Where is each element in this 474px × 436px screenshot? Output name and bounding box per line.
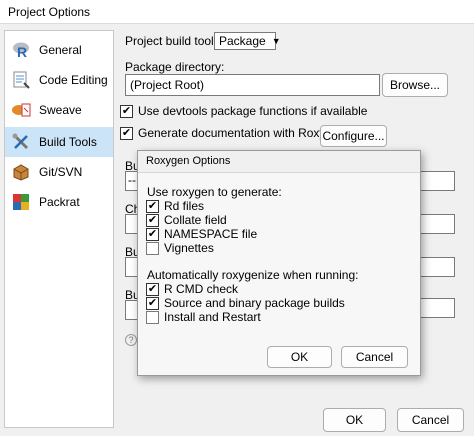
packrat-icon	[11, 192, 31, 212]
partial-field-right[interactable]	[420, 171, 455, 191]
sidebar-item-packrat[interactable]: Packrat	[5, 187, 113, 217]
auto-section-label: Automatically roxygenize when running:	[147, 268, 359, 282]
source-binary-builds-checkbox[interactable]: ✔	[146, 296, 159, 310]
rd-files-checkbox[interactable]: ✔	[146, 199, 159, 213]
help-icon[interactable]: ?	[125, 334, 137, 346]
vignettes-label: Vignettes	[164, 241, 214, 255]
vignettes-checkbox[interactable]	[146, 241, 159, 255]
namespace-file-checkbox[interactable]: ✔	[146, 227, 159, 241]
namespace-file-option[interactable]: ✔ NAMESPACE file	[146, 227, 257, 241]
sidebar-item-label: Build Tools	[39, 135, 97, 149]
roxygen-label: Generate documentation with Roxygen	[138, 126, 346, 140]
browse-button[interactable]: Browse...	[382, 73, 448, 97]
sidebar-item-label: Git/SVN	[39, 165, 83, 179]
package-directory-label: Package directory:	[125, 60, 225, 74]
r-cmd-check-checkbox[interactable]: ✔	[146, 282, 159, 296]
devtools-option[interactable]: ✔ Use devtools package functions if avai…	[120, 104, 367, 118]
build-tools-label: Project build tools:	[125, 34, 224, 48]
vignettes-option[interactable]: Vignettes	[146, 241, 214, 255]
ok-button[interactable]: OK	[323, 408, 386, 432]
code-editing-icon	[11, 70, 31, 90]
install-restart-checkbox[interactable]	[146, 310, 159, 324]
svg-text:R: R	[17, 44, 27, 59]
namespace-file-label: NAMESPACE file	[164, 227, 258, 241]
collate-field-label: Collate field	[164, 213, 227, 227]
window-title: Project Options	[8, 5, 91, 19]
sidebar: R General Code Editing Sweave Build Tool…	[4, 30, 114, 428]
collate-field-option[interactable]: ✔ Collate field	[146, 213, 227, 227]
dialog-cancel-button[interactable]: Cancel	[341, 346, 408, 368]
sidebar-item-build-tools[interactable]: Build Tools	[5, 127, 113, 157]
partial-field-right[interactable]	[420, 298, 455, 318]
source-binary-builds-option[interactable]: ✔ Source and binary package builds	[146, 296, 345, 310]
r-cmd-check-label: R CMD check	[164, 282, 239, 296]
roxygen-options-dialog: Roxygen Options Use roxygen to generate:…	[137, 150, 421, 376]
partial-field-right[interactable]	[420, 257, 455, 277]
rd-files-option[interactable]: ✔ Rd files	[146, 199, 204, 213]
configure-button[interactable]: Configure...	[320, 125, 387, 147]
rd-files-label: Rd files	[164, 199, 205, 213]
sidebar-item-label: Code Editing	[39, 73, 108, 87]
sweave-icon	[11, 100, 31, 120]
r-cmd-check-option[interactable]: ✔ R CMD check	[146, 282, 238, 296]
sidebar-item-general[interactable]: R General	[5, 35, 113, 65]
install-restart-label: Install and Restart	[164, 310, 261, 324]
dropdown-arrow-icon: ▼	[271, 36, 281, 46]
r-logo-icon: R	[11, 40, 31, 60]
dialog-title: Roxygen Options	[146, 155, 231, 167]
build-tools-icon	[11, 132, 31, 152]
sidebar-item-sweave[interactable]: Sweave	[5, 95, 113, 125]
package-directory-field[interactable]: (Project Root)	[125, 74, 380, 96]
generate-section-label: Use roxygen to generate:	[147, 185, 282, 199]
sidebar-item-git-svn[interactable]: Git/SVN	[5, 157, 113, 187]
dialog-ok-button[interactable]: OK	[267, 346, 332, 368]
source-binary-builds-label: Source and binary package builds	[164, 296, 345, 310]
sidebar-item-code-editing[interactable]: Code Editing	[5, 65, 113, 95]
sidebar-item-label: Sweave	[39, 103, 82, 117]
sidebar-item-label: General	[39, 43, 82, 57]
build-tools-select-value: Package	[219, 34, 266, 48]
devtools-label: Use devtools package functions if availa…	[138, 104, 368, 118]
install-restart-option[interactable]: Install and Restart	[146, 310, 261, 324]
collate-field-checkbox[interactable]: ✔	[146, 213, 159, 227]
build-tools-select[interactable]: Package ▼	[214, 32, 281, 50]
git-svn-icon	[11, 162, 31, 182]
devtools-checkbox[interactable]: ✔	[120, 104, 133, 118]
cancel-button[interactable]: Cancel	[397, 408, 464, 432]
roxygen-checkbox[interactable]: ✔	[120, 126, 133, 140]
sidebar-item-label: Packrat	[39, 195, 80, 209]
partial-field-right[interactable]	[420, 214, 455, 234]
dialog-title-bar: Roxygen Options	[138, 151, 420, 173]
window-title-bar: Project Options	[0, 0, 474, 24]
roxygen-option[interactable]: ✔ Generate documentation with Roxygen	[120, 126, 345, 140]
